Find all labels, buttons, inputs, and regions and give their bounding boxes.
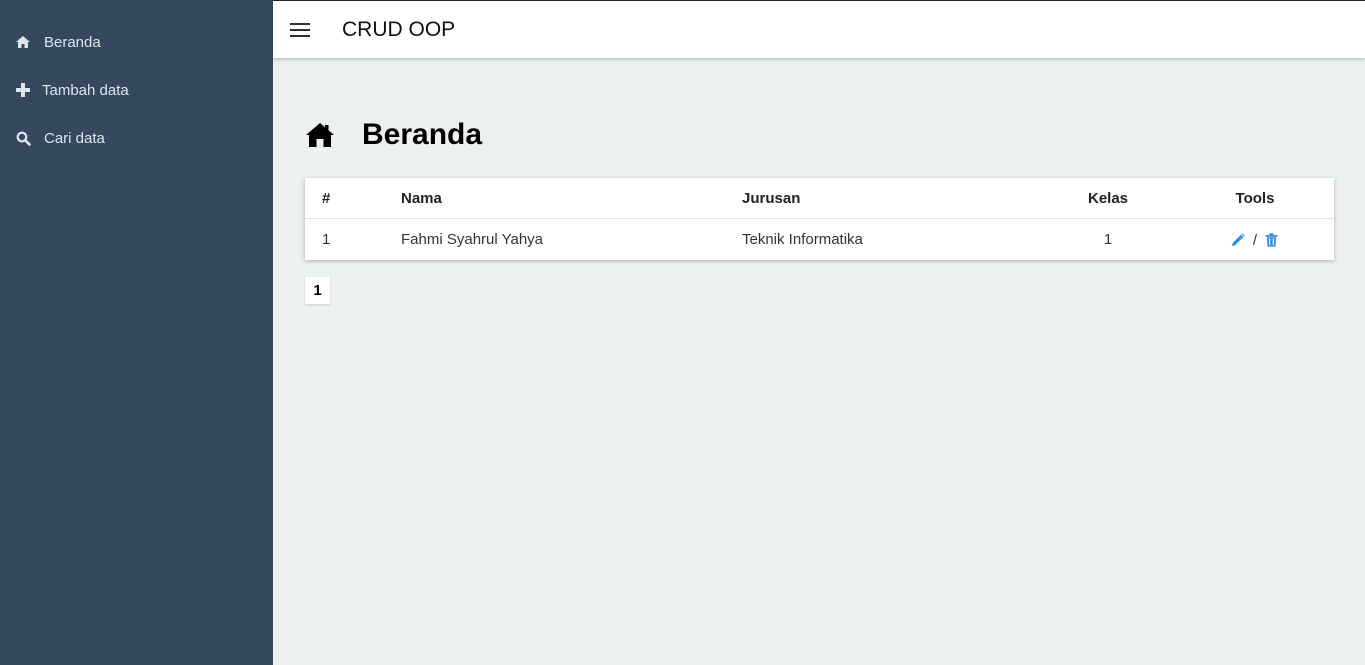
sidebar-item-label: Beranda (44, 33, 101, 51)
cell-no: 1 (322, 231, 331, 248)
edit-button[interactable] (1231, 233, 1245, 247)
cell-kelas: 1 (1103, 231, 1113, 248)
tools-separator: / (1252, 231, 1258, 249)
app-title: CRUD OOP (342, 17, 456, 41)
sidebar-item-tambah-data[interactable]: Tambah data (0, 66, 273, 114)
sidebar-item-label: Cari data (44, 129, 105, 147)
table-header-row: # Nama Jurusan Kelas Tools (305, 178, 1334, 219)
page-header: Beranda (305, 113, 482, 157)
data-table: # Nama Jurusan Kelas Tools 1 Fahmi Syahr… (305, 178, 1334, 260)
page-title: Beranda (362, 118, 483, 151)
home-icon (15, 34, 31, 50)
sidebar-item-cari-data[interactable]: Cari data (0, 114, 273, 162)
column-header-kelas: Kelas (1087, 190, 1129, 207)
column-header-nama: Nama (401, 190, 442, 207)
delete-button[interactable] (1265, 233, 1279, 247)
pagination-page-1[interactable]: 1 (305, 277, 330, 304)
column-header-tools: Tools (1235, 190, 1275, 207)
sidebar-item-beranda[interactable]: Beranda (0, 18, 273, 66)
sidebar: Beranda Tambah data Cari data (0, 0, 273, 665)
trash-icon (1265, 233, 1278, 247)
column-header-no: # (322, 190, 331, 207)
home-icon (305, 122, 335, 148)
pencil-icon (1231, 233, 1245, 247)
top-navbar: CRUD OOP (273, 0, 1365, 58)
table-row: 1 Fahmi Syahrul Yahya Teknik Informatika… (305, 219, 1334, 260)
cell-tools: / (1205, 219, 1305, 260)
search-icon (15, 130, 31, 146)
column-header-jurusan: Jurusan (742, 190, 801, 207)
cell-jurusan: Teknik Informatika (742, 231, 863, 248)
sidebar-item-label: Tambah data (42, 81, 129, 99)
cell-nama: Fahmi Syahrul Yahya (401, 231, 544, 248)
menu-toggle-button[interactable] (290, 21, 310, 39)
hamburger-icon (290, 22, 310, 25)
plus-icon (15, 82, 31, 98)
hamburger-icon (290, 34, 310, 37)
hamburger-icon (290, 28, 310, 31)
